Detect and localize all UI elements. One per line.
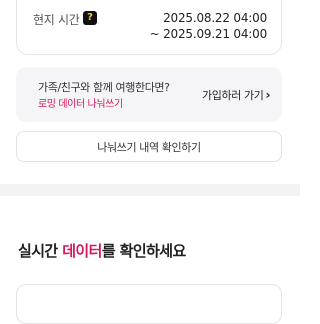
share-banner-title: 가족/친구와 함께 여행한다면?	[38, 81, 170, 94]
realtime-highlight: 데이터	[62, 242, 102, 260]
sharing-history-button[interactable]: 나눠쓰기 내역 확인하기	[16, 131, 282, 162]
data-sharing-banner[interactable]: 가족/친구와 함께 여행한다면? 로밍 데이터 나눠쓰기 가입하러 가기 ›	[16, 67, 282, 122]
realtime-suffix: 를 확인하세요	[101, 242, 186, 260]
join-link[interactable]: 가입하러 가기 ›	[202, 87, 270, 103]
question-icon[interactable]: ?	[83, 11, 97, 25]
realtime-prefix: 실시간	[18, 242, 63, 260]
section-divider	[0, 184, 300, 196]
end-time: ~ 2025.09.21 04:00	[149, 27, 268, 41]
chevron-right-icon: ›	[265, 88, 270, 102]
local-time-label: 현지 시간	[33, 13, 80, 27]
start-time: 2025.08.22 04:00	[163, 11, 267, 25]
sharing-history-label: 나눠쓰기 내역 확인하기	[97, 140, 201, 154]
realtime-data-card	[16, 284, 282, 324]
realtime-data-heading: 실시간 데이터를 확인하세요	[18, 240, 186, 261]
share-banner-subtitle: 로밍 데이터 나눠쓰기	[38, 99, 123, 110]
join-link-label: 가입하러 가기	[202, 89, 264, 102]
